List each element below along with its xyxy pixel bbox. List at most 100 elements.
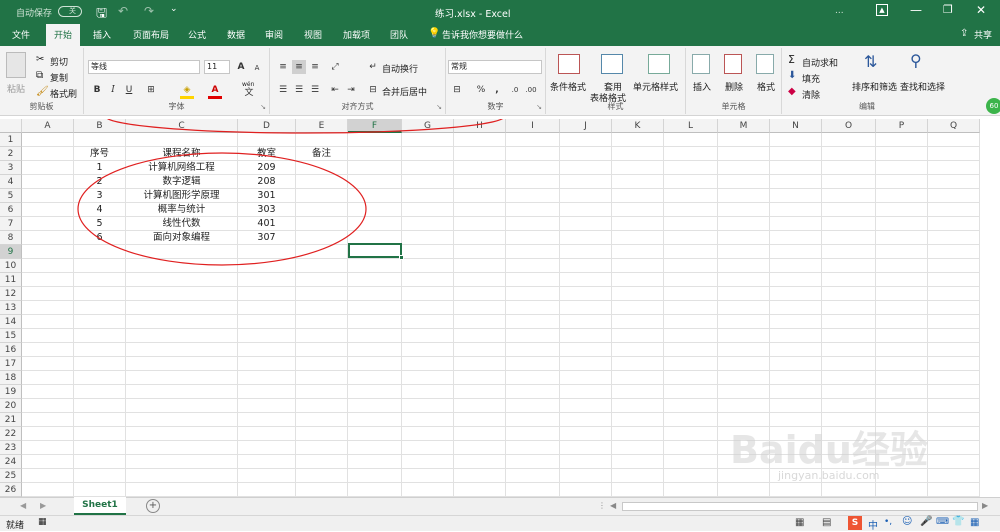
underline-button[interactable]: U <box>122 83 136 97</box>
spreadsheet-grid[interactable]: ABCDEFGHIJKLMNOPQ 1 2 序号 课程名称 教室 备注 3 1 计算机网络工程 2… <box>0 119 1000 497</box>
share-button[interactable]: 共享 <box>974 28 992 41</box>
grow-font-button[interactable]: A <box>234 60 248 74</box>
ribbon-tabs: 文件 开始 插入 页面布局 公式 数据 审阅 视图 加载项 团队 💡 告诉我你想… <box>0 24 1000 46</box>
number-dialog-launcher-icon[interactable]: ↘ <box>536 103 542 111</box>
tab-addins[interactable]: 加载项 <box>343 28 370 41</box>
find-select-button[interactable]: 查找和选择 <box>900 80 945 93</box>
add-sheet-button[interactable]: + <box>146 499 160 513</box>
autosave-toggle[interactable]: 关 <box>58 6 82 17</box>
tab-page-layout[interactable]: 页面布局 <box>133 28 169 41</box>
percent-button[interactable]: % <box>474 83 488 97</box>
bold-button[interactable]: B <box>90 83 104 97</box>
shrink-font-button[interactable]: A <box>250 61 264 75</box>
align-right-icon[interactable]: ☰ <box>308 83 322 97</box>
tab-insert[interactable]: 插入 <box>93 28 111 41</box>
decrease-indent-icon[interactable]: ⇤ <box>328 83 342 97</box>
fill-button[interactable]: 填充 <box>802 72 820 85</box>
number-label: 数字 <box>487 102 504 111</box>
horizontal-scrollbar[interactable] <box>622 502 978 511</box>
sheet-tab-bar: ◀ ▶ Sheet1 + ⋮ ◀ ▶ <box>0 497 1000 515</box>
keyboard-icon[interactable]: ⌨ <box>936 517 949 527</box>
alignment-dialog-launcher-icon[interactable]: ↘ <box>436 103 442 111</box>
font-dialog-launcher-icon[interactable]: ↘ <box>260 103 266 111</box>
italic-button[interactable]: I <box>106 83 120 97</box>
conditional-format-button[interactable]: 条件格式 <box>550 80 586 93</box>
tab-team[interactable]: 团队 <box>390 28 408 41</box>
orientation-icon[interactable]: ⤢ <box>328 60 342 74</box>
sogou-ime-icon[interactable]: S <box>848 516 862 530</box>
skin-icon[interactable]: 👕 <box>952 516 964 527</box>
decrease-decimal-icon[interactable]: .00 <box>524 83 538 97</box>
microphone-icon[interactable]: 🎤 <box>920 516 932 527</box>
tab-home[interactable]: 开始 <box>46 24 81 46</box>
next-sheet-icon[interactable]: ▶ <box>40 501 46 510</box>
borders-icon[interactable]: ⊞ <box>144 83 158 97</box>
align-center-icon[interactable]: ☰ <box>292 83 306 97</box>
align-left-icon[interactable]: ☰ <box>276 83 290 97</box>
hscroll-left-icon[interactable]: ◀ <box>610 501 616 510</box>
number-format-select[interactable]: 常规 <box>448 60 542 74</box>
tab-data[interactable]: 数据 <box>227 28 245 41</box>
ribbon-display-icon[interactable]: ▲ <box>876 4 888 16</box>
font-size-select[interactable]: 11 <box>204 60 230 74</box>
toolbox-icon[interactable]: ▦ <box>970 517 979 528</box>
normal-view-icon[interactable]: ▦ <box>795 517 804 528</box>
insert-cells-button[interactable]: 插入 <box>693 80 711 93</box>
copy-button[interactable]: 复制 <box>50 71 68 84</box>
prev-sheet-icon[interactable]: ◀ <box>20 501 26 510</box>
cut-button[interactable]: 剪切 <box>50 55 68 68</box>
customize-qat-icon[interactable]: ⌄ <box>170 4 178 14</box>
user-name[interactable]: ... <box>835 6 844 16</box>
paste-button[interactable]: 粘贴 <box>7 82 25 95</box>
sheet-tab-sheet1[interactable]: Sheet1 <box>74 497 126 515</box>
share-icon[interactable]: ⇪ <box>960 28 968 39</box>
clear-button[interactable]: 清除 <box>802 88 820 101</box>
sort-filter-button[interactable]: 排序和筛选 <box>852 80 897 93</box>
sort-filter-icon: ⇅ <box>864 52 878 71</box>
increase-decimal-icon[interactable]: .0 <box>508 83 522 97</box>
cell-styles-button[interactable]: 单元格样式 <box>633 80 678 93</box>
minimize-icon[interactable]: — <box>910 3 922 17</box>
emoji-icon[interactable]: ☺ <box>902 516 912 527</box>
font-name-select[interactable]: 等线 <box>88 60 200 74</box>
title-bar: 自动保存 关 🖫 ↶ ↷ ⌄ 练习.xlsx - Excel ... ▲ — ❐… <box>0 0 1000 24</box>
fill-color-icon[interactable]: ◈ <box>180 83 194 97</box>
format-painter-button[interactable]: 格式刷 <box>50 87 77 100</box>
close-icon[interactable]: ✕ <box>976 3 986 17</box>
number-group: 常规 ⊟ % , .0 .00 数字 ↘ <box>446 48 546 114</box>
format-cells-button[interactable]: 格式 <box>757 80 775 93</box>
fill-icon: ⬇ <box>788 70 797 81</box>
autosum-button[interactable]: 自动求和 <box>802 56 838 69</box>
clipboard-label: 剪贴板 <box>29 102 54 111</box>
save-icon[interactable]: 🖫 <box>96 4 107 26</box>
align-middle-icon[interactable]: ≡ <box>292 60 306 74</box>
font-color-icon[interactable]: A <box>208 83 222 97</box>
undo-icon[interactable]: ↶ <box>118 4 128 18</box>
ime-mode[interactable]: 中 <box>868 517 878 532</box>
tab-formulas[interactable]: 公式 <box>188 28 206 41</box>
hscroll-right-icon[interactable]: ▶ <box>982 501 988 510</box>
page-layout-view-icon[interactable]: ▤ <box>822 517 831 528</box>
comma-button[interactable]: , <box>490 83 504 97</box>
increase-indent-icon[interactable]: ⇥ <box>344 83 358 97</box>
format-cells-icon <box>756 54 774 74</box>
tab-review[interactable]: 审阅 <box>265 28 283 41</box>
phonetic-guide-icon[interactable]: 文 <box>242 86 256 100</box>
floating-assistant-icon[interactable]: 60 <box>986 98 1000 114</box>
paste-icon[interactable] <box>6 52 26 78</box>
punctuation-icon[interactable]: •, <box>884 517 892 527</box>
hscroll-split-icon[interactable]: ⋮ <box>598 501 606 510</box>
wrap-text-button[interactable]: 自动换行 <box>382 62 418 75</box>
accounting-icon[interactable]: ⊟ <box>450 83 464 97</box>
redo-icon[interactable]: ↷ <box>144 4 154 18</box>
tell-me-box[interactable]: 告诉我你想要做什么 <box>442 28 523 41</box>
merge-center-button[interactable]: 合并后居中 <box>382 85 427 98</box>
align-top-icon[interactable]: ≡ <box>276 60 290 74</box>
tab-view[interactable]: 视图 <box>304 28 322 41</box>
window-title: 练习.xlsx - Excel <box>435 9 511 20</box>
delete-cells-button[interactable]: 删除 <box>725 80 743 93</box>
align-bottom-icon[interactable]: ≡ <box>308 60 322 74</box>
restore-icon[interactable]: ❐ <box>943 3 953 16</box>
tab-file[interactable]: 文件 <box>12 28 30 41</box>
macro-record-icon[interactable]: ▦ <box>38 517 47 527</box>
